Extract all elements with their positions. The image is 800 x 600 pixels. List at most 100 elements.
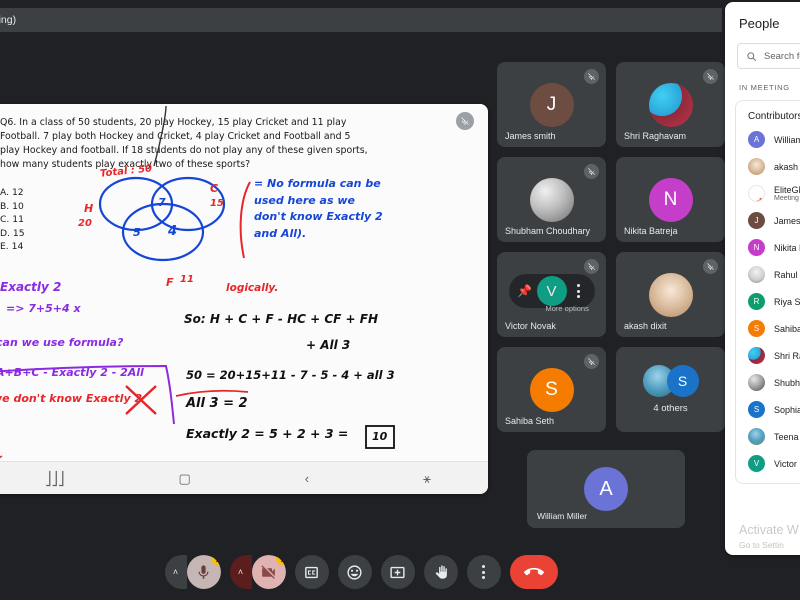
camera-control-group[interactable]: ˄ ! xyxy=(229,555,286,589)
person-row-shri-raghavam[interactable]: Shri Ragh xyxy=(736,342,800,369)
participant-tile-nikita-batreja[interactable]: N Nikita Batreja xyxy=(616,157,725,242)
ink-note-blue: = No formula can be used here as we don'… xyxy=(254,177,383,240)
participant-tile-shri-raghavam[interactable]: Shri Raghavam xyxy=(616,62,725,147)
person-row-james-smith[interactable]: J James sm xyxy=(736,207,800,234)
participant-tile-others[interactable]: S 4 others xyxy=(616,347,725,432)
whiteboard-surface[interactable]: Q6. In a class of 50 students, 20 play H… xyxy=(0,104,488,461)
avatar: J xyxy=(748,212,765,229)
android-navigation-bar[interactable]: ⎦⎦⎦ ▢ ‹ ⚹ xyxy=(0,461,488,494)
presenting-label: enting) xyxy=(0,14,17,26)
ink-final: Exactly 2 = 5 + 2 + 3 = xyxy=(186,426,349,441)
mic-off-icon xyxy=(703,259,718,274)
avatar-initial: V xyxy=(546,282,557,300)
mic-off-icon xyxy=(703,69,718,84)
participant-tile-victor-novak[interactable]: 📌 V More options Victor Novak xyxy=(497,252,606,337)
pin-icon: 📌 xyxy=(755,198,764,201)
avatar-photo xyxy=(748,428,765,445)
person-row-nikita-batreja[interactable]: N Nikita Ba xyxy=(736,234,800,261)
hand-icon xyxy=(435,564,447,579)
avatar: V xyxy=(536,276,567,306)
option-c: C. 11 xyxy=(0,214,24,226)
camera-off-icon xyxy=(261,564,275,579)
ink-f-label: F xyxy=(166,276,174,289)
more-options-button[interactable] xyxy=(466,555,501,589)
participant-name: Sahiba Seth xyxy=(505,416,555,426)
microphone-control-group[interactable]: ˄ ! xyxy=(164,555,221,589)
more-options-icon[interactable] xyxy=(567,279,591,303)
ink-h-label: H xyxy=(84,202,94,215)
vertical-dots-icon xyxy=(482,565,485,579)
camera-options-caret[interactable]: ˄ xyxy=(229,555,252,589)
hangup-icon xyxy=(523,567,544,576)
self-view-tile[interactable]: A William Miller xyxy=(527,450,685,528)
person-row-sahiba-seth[interactable]: S Sahiba Se xyxy=(736,315,800,342)
meet-window: enting) Q6. In a class of 50 students, 2… xyxy=(0,0,800,600)
person-row-riya-sandhu[interactable]: R Riya Sano xyxy=(736,288,800,315)
present-screen-icon xyxy=(390,566,405,578)
person-row-akash-dixit[interactable]: akash dix xyxy=(736,153,800,180)
participant-tile-grid: J James smith Shri Raghavam Shubham Chou… xyxy=(497,62,725,442)
captions-button[interactable] xyxy=(294,555,329,589)
person-row-victor-novak[interactable]: V Victor No xyxy=(736,450,800,477)
others-avatars: S xyxy=(642,365,699,397)
ink-c-label: C xyxy=(210,182,219,195)
avatar-photo xyxy=(648,82,693,127)
avatar: R xyxy=(748,293,765,310)
avatar-photo xyxy=(748,374,765,391)
person-row-shubham-choudhary[interactable]: Shubham xyxy=(736,369,800,396)
recents-icon[interactable]: ⎦⎦⎦ xyxy=(45,472,65,485)
tile-row: S Sahiba Seth S 4 others xyxy=(497,347,725,432)
search-input[interactable]: Search for xyxy=(737,43,800,69)
pin-icon[interactable]: 📌 xyxy=(513,279,537,303)
home-icon[interactable]: ▢ xyxy=(179,472,191,485)
emoji-reactions-button[interactable] xyxy=(337,555,372,589)
person-row-sophia-miller[interactable]: S Sophia M xyxy=(736,396,800,423)
shared-screen-tile[interactable]: Q6. In a class of 50 students, 20 play H… xyxy=(0,104,488,494)
leave-call-button[interactable] xyxy=(509,555,558,589)
contributors-header: Contributors xyxy=(748,111,800,122)
person-name: William M xyxy=(774,134,800,145)
avatar-initial: J xyxy=(754,216,759,225)
person-row-teena-dixit[interactable]: Teena Di xyxy=(736,423,800,450)
participant-tile-sahiba-seth[interactable]: S Sahiba Seth xyxy=(497,347,606,432)
raise-hand-button[interactable] xyxy=(423,555,458,589)
mic-off-icon xyxy=(584,259,599,274)
person-name: Rahul Bh xyxy=(774,269,800,280)
microphone-options-caret[interactable]: ˄ xyxy=(164,555,187,589)
avatar-photo: 📌 xyxy=(748,185,765,202)
avatar-initial: N xyxy=(753,243,760,252)
avatar-photo xyxy=(529,177,574,222)
back-icon[interactable]: ‹ xyxy=(305,472,309,485)
participant-name: akash dixit xyxy=(624,321,667,331)
tile-row: Shubham Choudhary N Nikita Batreja xyxy=(497,157,725,242)
captions-icon xyxy=(305,566,318,578)
microphone-button[interactable]: ! xyxy=(186,555,221,589)
ink-so-line: So: H + C + F - HC + CF + FH xyxy=(184,312,378,326)
participant-tile-james-smith[interactable]: J James smith xyxy=(497,62,606,147)
present-now-button[interactable] xyxy=(380,555,415,589)
ink-can-we: can we use formula? xyxy=(0,336,124,349)
person-row-rahul-bhatia[interactable]: Rahul Bh xyxy=(736,261,800,288)
person-row-william-miller[interactable]: A William M xyxy=(736,126,800,153)
tile-hover-actions[interactable]: 📌 V xyxy=(508,274,595,308)
ink-venn-hc: 7 xyxy=(158,196,166,209)
camera-button[interactable]: ! xyxy=(251,555,286,589)
person-name: Victor No xyxy=(774,458,800,469)
avatar-photo xyxy=(748,158,765,175)
participant-tile-shubham-choudhary[interactable]: Shubham Choudhary xyxy=(497,157,606,242)
presenting-strip: enting) xyxy=(0,8,722,32)
activate-windows-subtext: Go to Settin xyxy=(739,540,784,550)
participant-name: James smith xyxy=(505,131,556,141)
person-name: EliteGMA xyxy=(774,185,800,195)
people-panel-title: People xyxy=(739,16,780,31)
person-row-elitegmat[interactable]: 📌 EliteGMA Meeting h xyxy=(736,180,800,207)
person-name: Nikita Ba xyxy=(774,242,800,253)
ink-exactly2-head: Exactly 2 xyxy=(0,280,62,294)
avatar-initial: A xyxy=(753,135,760,144)
camera-warning-badge: ! xyxy=(275,555,286,565)
emoji-icon xyxy=(347,564,362,580)
accessibility-icon[interactable]: ⚹ xyxy=(423,472,431,485)
avatar-photo xyxy=(748,266,765,283)
participant-tile-akash-dixit[interactable]: akash dixit xyxy=(616,252,725,337)
tile-row: 📌 V More options Victor Novak akash dixi… xyxy=(497,252,725,337)
